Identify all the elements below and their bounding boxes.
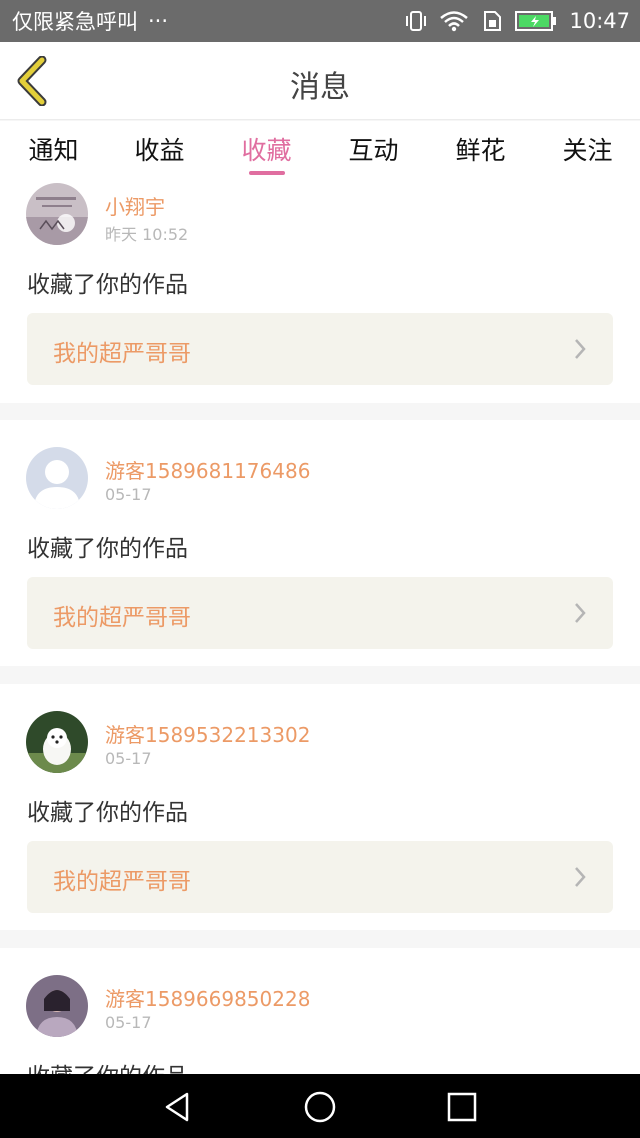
username[interactable]: 小翔宇 bbox=[105, 191, 165, 220]
recents-square-icon[interactable] bbox=[445, 1090, 479, 1124]
tab-earnings[interactable]: 收益 bbox=[106, 131, 213, 167]
timestamp: 05-17 bbox=[105, 485, 152, 504]
category-tabs: 通知 收益 收藏 互动 鲜花 关注 bbox=[0, 121, 640, 177]
chevron-right-icon bbox=[575, 339, 586, 359]
tab-flowers[interactable]: 鲜花 bbox=[427, 131, 534, 167]
action-text: 收藏了你的作品 bbox=[27, 536, 188, 562]
tab-following[interactable]: 关注 bbox=[534, 131, 640, 167]
timestamp: 05-17 bbox=[105, 1013, 152, 1032]
avatar[interactable] bbox=[26, 711, 88, 773]
page-title: 消息 bbox=[290, 70, 350, 105]
back-triangle-icon[interactable] bbox=[161, 1090, 195, 1124]
vibrate-icon bbox=[405, 10, 427, 32]
active-tab-indicator bbox=[249, 171, 285, 175]
list-item: 游客1589669850228 05-17 收藏了你的作品 bbox=[0, 948, 640, 1074]
work-title: 我的超严哥哥 bbox=[53, 341, 191, 367]
favorites-feed[interactable]: 小翔宇 昨天 10:52 收藏了你的作品 我的超严哥哥 游客1589681176… bbox=[0, 177, 640, 1074]
username[interactable]: 游客1589532213302 bbox=[105, 719, 310, 748]
timestamp: 05-17 bbox=[105, 749, 152, 768]
system-nav-bar bbox=[0, 1074, 640, 1138]
carrier-text: 仅限紧急呼叫 bbox=[12, 10, 138, 34]
work-link[interactable]: 我的超严哥哥 bbox=[27, 841, 613, 913]
action-text: 收藏了你的作品 bbox=[27, 272, 188, 298]
avatar[interactable] bbox=[26, 447, 88, 509]
battery-icon bbox=[515, 10, 557, 32]
status-bar: 仅限紧急呼叫 ··· 10:47 bbox=[0, 0, 640, 42]
work-link[interactable]: 我的超严哥哥 bbox=[27, 313, 613, 385]
home-circle-icon[interactable] bbox=[303, 1090, 337, 1124]
chevron-right-icon bbox=[575, 867, 586, 887]
app-header: 消息 bbox=[0, 42, 640, 120]
clock-text: 10:47 bbox=[569, 9, 630, 33]
action-text: 收藏了你的作品 bbox=[27, 800, 188, 826]
work-link[interactable]: 我的超严哥哥 bbox=[27, 577, 613, 649]
action-text: 收藏了你的作品 bbox=[27, 1057, 188, 1074]
work-title: 我的超严哥哥 bbox=[53, 869, 191, 895]
more-notifications-icon: ··· bbox=[148, 9, 169, 33]
chevron-right-icon bbox=[575, 603, 586, 623]
timestamp: 昨天 10:52 bbox=[105, 225, 189, 244]
avatar[interactable] bbox=[26, 183, 88, 245]
username[interactable]: 游客1589681176486 bbox=[105, 455, 310, 484]
list-item: 游客1589532213302 05-17 收藏了你的作品 我的超严哥哥 bbox=[0, 684, 640, 930]
username[interactable]: 游客1589669850228 bbox=[105, 983, 310, 1012]
avatar[interactable] bbox=[26, 975, 88, 1037]
tab-notifications[interactable]: 通知 bbox=[0, 131, 107, 167]
list-item: 游客1589681176486 05-17 收藏了你的作品 我的超严哥哥 bbox=[0, 420, 640, 666]
messages-screen: 仅限紧急呼叫 ··· 10:47 消息 通知 收益 收藏 互动 鲜花 关注 小翔… bbox=[0, 0, 640, 1138]
tab-favorites[interactable]: 收藏 bbox=[213, 131, 320, 167]
sim-icon bbox=[481, 10, 503, 32]
work-title: 我的超严哥哥 bbox=[53, 605, 191, 631]
list-item: 小翔宇 昨天 10:52 收藏了你的作品 我的超严哥哥 bbox=[0, 177, 640, 403]
wifi-icon bbox=[439, 10, 469, 32]
tab-interactions[interactable]: 互动 bbox=[320, 131, 427, 167]
